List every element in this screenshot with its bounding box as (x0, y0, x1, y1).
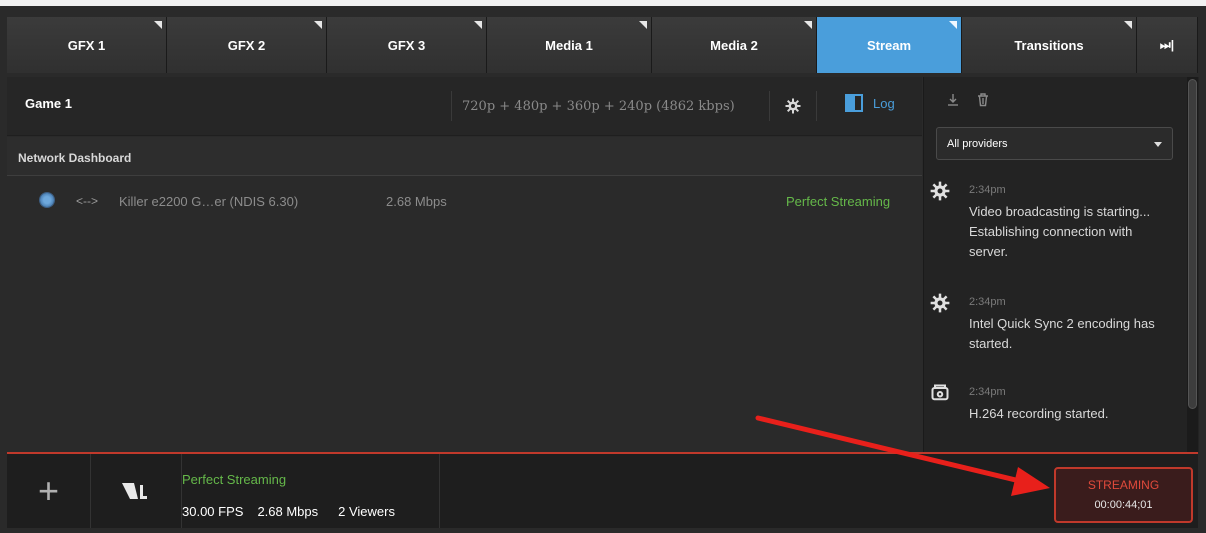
message-time: 2:34pm (969, 184, 1006, 196)
streaming-timer: 00:00:44;01 (1094, 499, 1153, 511)
top-edge (0, 0, 1206, 6)
streaming-label: STREAMING (1087, 478, 1160, 492)
corner-marker-icon (154, 21, 162, 29)
corner-marker-icon (314, 21, 322, 29)
scrollbar-thumb[interactable] (1188, 79, 1197, 409)
message-time: 2:34pm (969, 386, 1006, 398)
fps-value: 30.00 FPS (182, 504, 244, 519)
app-logo (91, 454, 182, 528)
add-button[interactable]: + (7, 454, 91, 528)
download-icon[interactable] (947, 93, 959, 107)
tab-label: GFX 3 (387, 37, 426, 53)
bidirectional-icon: <--> (76, 194, 99, 208)
network-dashboard-title: Network Dashboard (18, 151, 132, 165)
corner-marker-icon (474, 21, 482, 29)
stream-panel: Game 1 720p + 480p + 360p + 240p (4862 k… (7, 77, 922, 452)
tab-label: Media 2 (710, 37, 758, 53)
stream-header: Game 1 720p + 480p + 360p + 240p (4862 k… (7, 77, 922, 136)
gear-icon (930, 181, 950, 201)
tab-gfx-2[interactable]: GFX 2 (167, 17, 327, 73)
tab-label: Media 1 (545, 37, 593, 53)
tab-transitions[interactable]: Transitions (962, 17, 1137, 73)
network-adapter-row[interactable]: <--> Killer e2200 G…er (NDIS 6.30) 2.68 … (7, 177, 922, 223)
message-text: Intel Quick Sync 2 encoding has started. (969, 316, 1155, 351)
sidebar-scrollbar[interactable] (1187, 77, 1198, 452)
tab-label: GFX 1 (67, 37, 106, 53)
corner-marker-icon (949, 21, 957, 29)
sidebar-toolbar (947, 93, 989, 107)
provider-filter-select[interactable]: All providers (936, 127, 1173, 160)
tab-gfx-1[interactable]: GFX 1 (7, 17, 167, 73)
tab-bar: GFX 1 GFX 2 GFX 3 Media 1 Media 2 Stream… (7, 17, 1198, 73)
recorder-icon (931, 384, 949, 401)
stream-title: Game 1 (25, 96, 72, 111)
adapter-status: Perfect Streaming (786, 194, 891, 209)
panel-icon (845, 94, 863, 112)
log-label: Log (873, 95, 895, 111)
network-dashboard-heading: Network Dashboard (7, 137, 922, 176)
skip-end-icon: ⏭| (1159, 37, 1175, 52)
adapter-rate: 2.68 Mbps (386, 194, 447, 209)
settings-button[interactable] (769, 91, 817, 121)
message-text: H.264 recording started. (969, 406, 1109, 421)
stream-stats: 30.00 FPS 2.68 Mbps 2 Viewers (182, 504, 395, 519)
message-time: 2:34pm (969, 296, 1006, 308)
wirecast-logo-icon (122, 483, 147, 499)
streaming-button[interactable]: STREAMING 00:00:44;01 (1054, 467, 1193, 523)
corner-marker-icon (639, 21, 647, 29)
provider-filter-value: All providers (947, 137, 1008, 150)
tab-label: Stream (866, 37, 912, 53)
tab-stream[interactable]: Stream (817, 17, 962, 73)
app-window: GFX 1 GFX 2 GFX 3 Media 1 Media 2 Stream… (0, 0, 1206, 533)
viewers-value: 2 Viewers (338, 504, 395, 519)
trash-icon[interactable] (977, 93, 989, 107)
stream-status: Perfect Streaming (182, 472, 287, 487)
log-toggle[interactable]: Log (845, 94, 895, 112)
adapter-radio[interactable] (40, 193, 54, 207)
tab-media-1[interactable]: Media 1 (487, 17, 652, 73)
message-text: Video broadcasting is starting... Establ… (969, 204, 1151, 259)
chevron-down-icon (1154, 142, 1162, 147)
adapter-name: Killer e2200 G…er (NDIS 6.30) (119, 194, 299, 209)
tab-skip-end[interactable]: ⏭| (1137, 17, 1198, 73)
corner-marker-icon (804, 21, 812, 29)
status-bar: + Perfect Streaming 30.00 FPS 2.68 Mbps … (7, 452, 1198, 528)
gear-icon (785, 98, 801, 114)
tab-label: Transitions (1014, 37, 1084, 53)
message-sidebar: All providers 2:34pm Video broadcasting … (923, 77, 1199, 452)
resolution-summary[interactable]: 720p + 480p + 360p + 240p (4862 kbps) (451, 91, 735, 121)
tab-label: GFX 2 (227, 37, 266, 53)
tab-media-2[interactable]: Media 2 (652, 17, 817, 73)
corner-marker-icon (1124, 21, 1132, 29)
bitrate-value: 2.68 Mbps (257, 504, 319, 519)
tab-gfx-3[interactable]: GFX 3 (327, 17, 487, 73)
plus-icon: + (37, 470, 60, 511)
divider (439, 454, 440, 528)
gear-icon (930, 293, 950, 313)
